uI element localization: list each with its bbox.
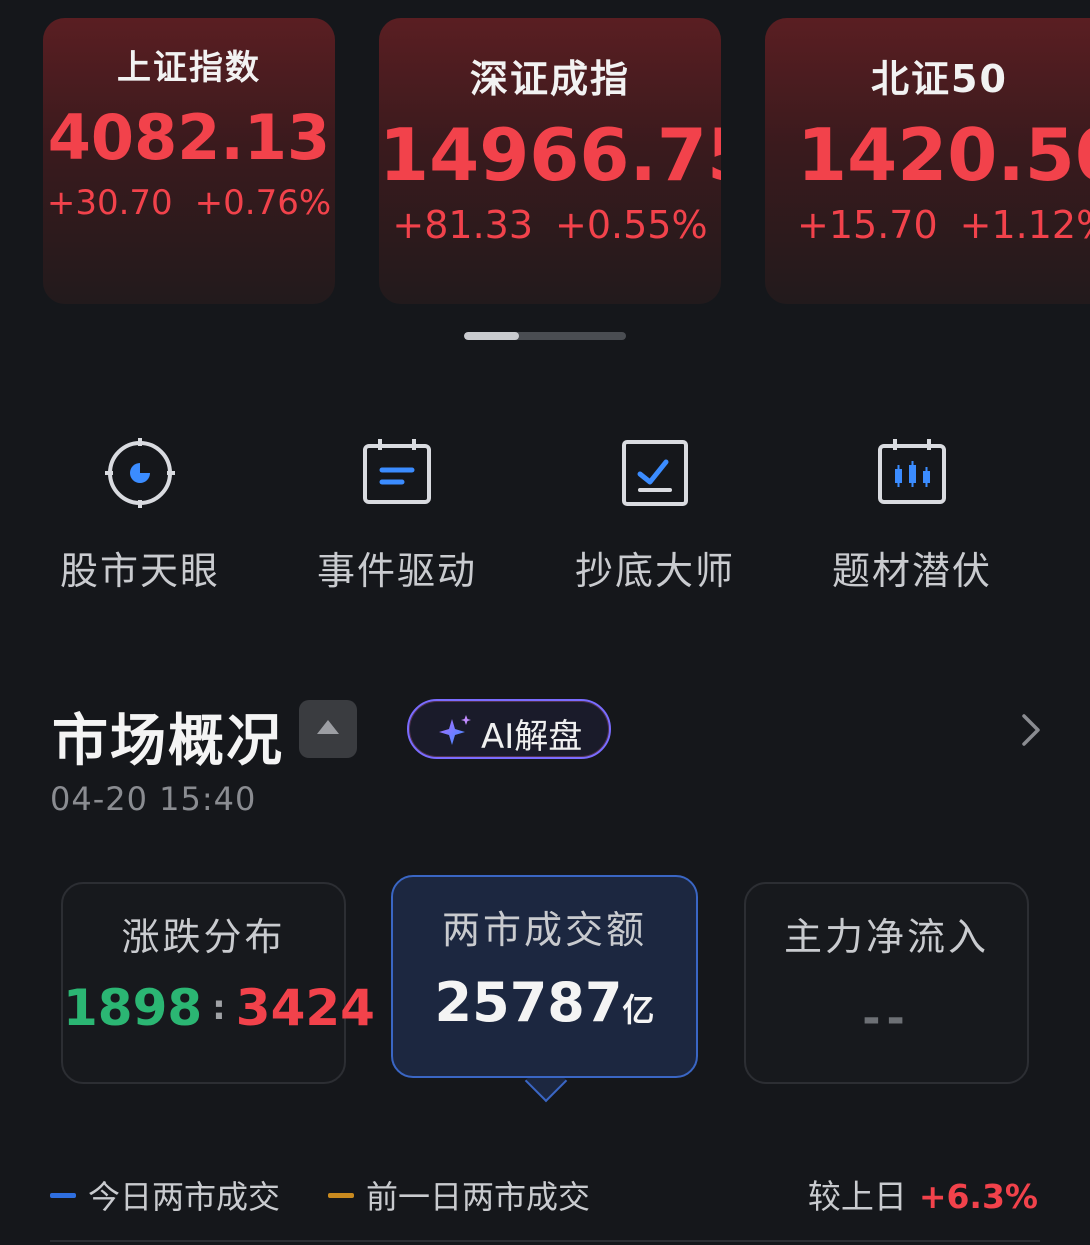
index-change: +30.70	[46, 183, 173, 223]
index-name: 深证成指	[469, 57, 630, 101]
index-value: 4082.13	[47, 101, 331, 174]
index-card-shanghai[interactable]: 上证指数 4082.13 +30.70 +0.76%	[43, 18, 335, 304]
index-change: +15.70	[797, 203, 938, 247]
stat-card-turnover[interactable]: 两市成交额 25787亿	[391, 875, 698, 1078]
stat-card-distribution[interactable]: 涨跌分布 1898:3424	[61, 882, 375, 1084]
compare-label: 较上日	[807, 1177, 907, 1216]
index-change-row: +15.70 +1.12%	[797, 203, 1090, 247]
shortcut-market-eye[interactable]: 股市天眼	[40, 436, 240, 595]
index-change-pct: +1.12%	[959, 203, 1090, 247]
shortcut-label: 抄底大师	[574, 549, 735, 593]
index-change-row: +81.33 +0.55%	[379, 203, 721, 247]
candlestick-calendar-icon	[875, 436, 949, 510]
stat-value: 1898:3424	[63, 983, 375, 1033]
carousel-indicator	[464, 332, 626, 340]
turnover-value: 25787	[434, 971, 623, 1034]
ratio-separator: :	[212, 988, 226, 1028]
up-count: 1898	[63, 979, 203, 1037]
compare-previous-day: 较上日 +6.3%	[808, 1170, 1038, 1218]
stat-title: 两市成交额	[441, 908, 647, 952]
index-change: +81.33	[392, 203, 534, 247]
shortcut-theme-ambush[interactable]: 题材潜伏	[812, 436, 1012, 595]
stat-value: 25787亿	[393, 976, 696, 1030]
section-title: 市场概况	[52, 709, 284, 774]
legend-today: 今日两市成交	[50, 1172, 280, 1218]
down-count: 3424	[235, 979, 375, 1037]
legend-label: 今日两市成交	[88, 1178, 281, 1216]
calendar-event-icon	[360, 436, 434, 510]
market-page: 上证指数 4082.13 +30.70 +0.76% 深证成指 14966.75 …	[0, 0, 1090, 1245]
turnover-unit: 亿	[622, 991, 655, 1029]
shortcut-event-driven[interactable]: 事件驱动	[297, 436, 497, 595]
triangle-up-icon	[317, 720, 339, 734]
index-change-row: +30.70 +0.76%	[43, 183, 335, 223]
index-value: 14966.75	[379, 113, 721, 197]
stat-title: 涨跌分布	[121, 915, 286, 959]
stat-card-main-inflow[interactable]: 主力净流入 --	[744, 882, 1029, 1084]
legend-previous: 前一日两市成交	[328, 1172, 590, 1218]
shortcut-bottom-fishing[interactable]: 抄底大师	[555, 436, 755, 595]
legend-label: 前一日两市成交	[366, 1178, 591, 1216]
carousel-indicator-active	[464, 332, 520, 340]
stat-title: 主力净流入	[783, 915, 989, 959]
index-name: 上证指数	[117, 48, 261, 88]
index-card-shenzhen[interactable]: 深证成指 14966.75 +81.33 +0.55%	[379, 18, 721, 304]
collapse-button[interactable]	[299, 700, 357, 758]
index-name: 北证50	[871, 57, 1008, 101]
sparkle-icon	[439, 715, 471, 745]
ai-analysis-label: AI解盘	[481, 717, 583, 757]
stat-value: --	[862, 993, 911, 1044]
ai-analysis-button[interactable]: AI解盘	[407, 699, 611, 759]
shortcut-label: 股市天眼	[59, 549, 220, 593]
index-change-pct: +0.55%	[555, 203, 708, 247]
chart-top-edge	[50, 1240, 1040, 1242]
index-change-pct: +0.76%	[194, 183, 332, 223]
index-card-beijing50[interactable]: 北证50 1420.50 +15.70 +1.12%	[765, 18, 1090, 304]
shortcut-label: 事件驱动	[316, 549, 477, 593]
radar-eye-icon	[103, 436, 177, 510]
chevron-right-icon[interactable]	[1014, 712, 1048, 748]
shortcut-label: 题材潜伏	[831, 549, 992, 593]
compare-value: +6.3%	[918, 1177, 1038, 1216]
legend-swatch-today	[50, 1193, 76, 1198]
chart-checkmark-icon	[618, 436, 692, 510]
update-timestamp: 04-20 15:40	[50, 780, 257, 818]
index-value: 1420.50	[797, 113, 1090, 197]
legend-swatch-previous	[328, 1193, 354, 1198]
